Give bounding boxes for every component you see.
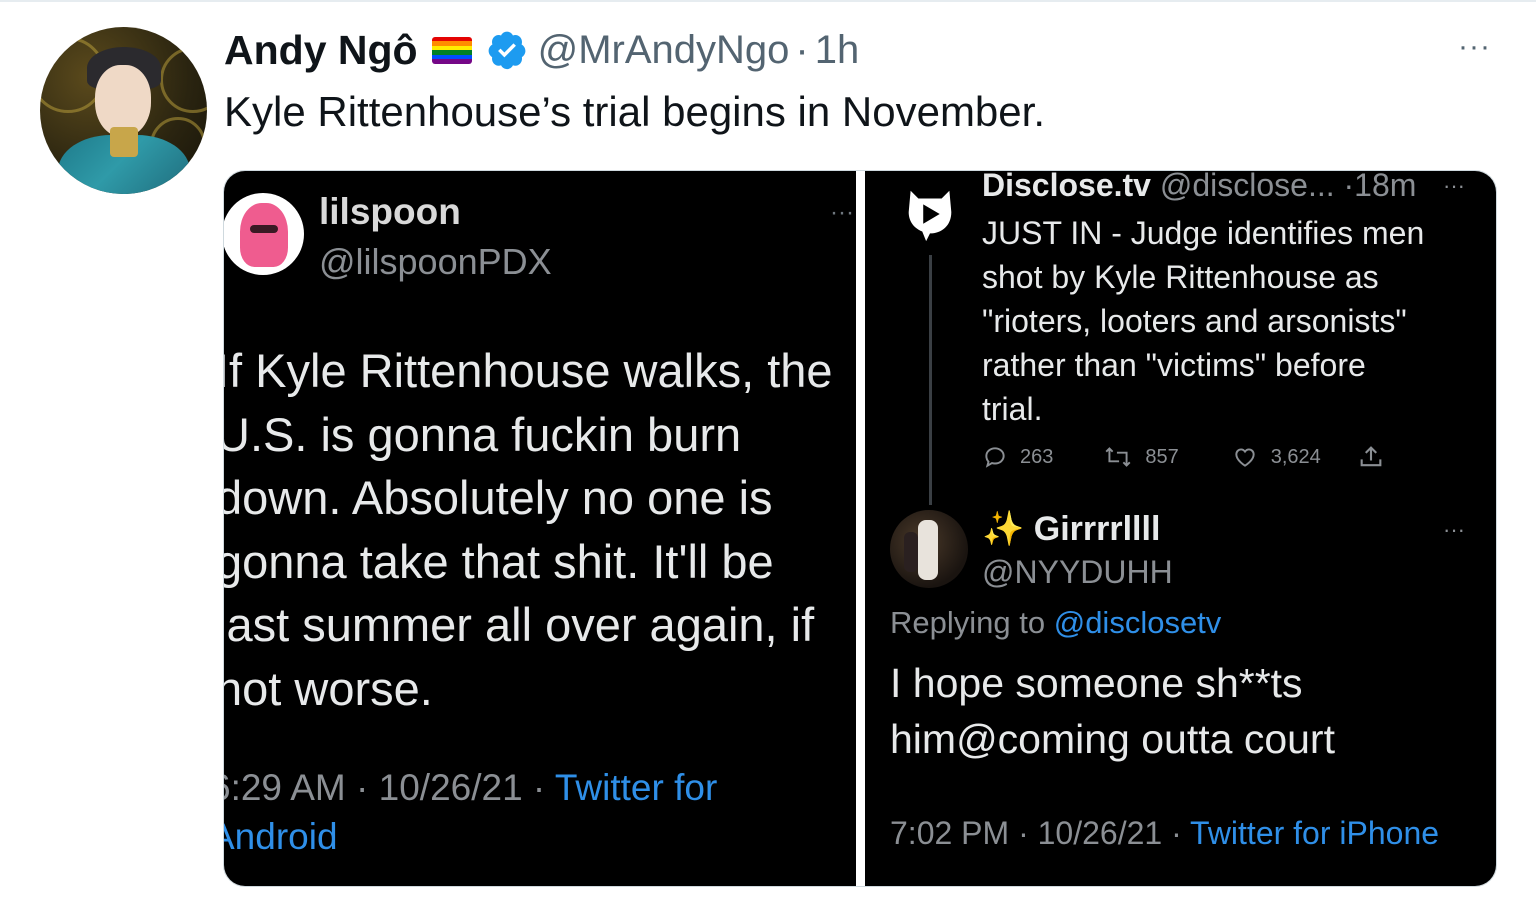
screenshot-author-name: lilspoon [319,191,461,232]
retweet-count: 857 [1145,445,1179,468]
reply-tweet-text: I hope someone sh**ts him@coming outta c… [890,660,1335,762]
verified-badge-icon [488,31,526,70]
reply-timestamp: 7:02 PM · 10/26/21 · [890,815,1191,851]
separator-dot: · [795,27,809,72]
right-screenshot[interactable]: Disclose.tv @disclose... ·18m ··· JUST I… [865,171,1496,886]
replying-prefix: Replying to [890,605,1054,640]
tweet-text: Kyle Rittenhouse’s trial begins in Novem… [224,88,1045,135]
reply-source: Twitter for iPhone [1190,815,1440,851]
more-icon: ··· [1443,517,1465,542]
screenshot-tweet-meta: 6:29 AM · 10/26/21 · Twitter for Android [224,763,850,861]
like-count: 3,624 [1270,445,1321,468]
retweet-action: 857 [1103,444,1179,470]
replying-to-handle: @disclosetv [1053,605,1222,640]
rainbow-flag-icon [431,36,472,64]
reply-author-handle: @NYYDUHH [982,554,1173,590]
reply-author-name: ✨ Girrrrllll [982,510,1161,548]
share-icon [1360,446,1382,467]
girrrrllll-avatar [890,510,968,588]
like-action: 3,624 [1231,444,1321,470]
share-action [1357,443,1397,471]
quoted-tweet-text: JUST IN - Judge identifies men shot by K… [982,215,1425,427]
screenshot-timestamp: 6:29 AM · 10/26/21 · [224,767,555,808]
tweet-header: Andy Ngô @MrAndyNgo · 1h [224,22,859,78]
thread-line [929,255,932,505]
reply-count: 263 [1020,445,1054,468]
tweet-media[interactable]: lilspoon @lilspoonPDX ··· If Kyle Ritten… [223,170,1497,887]
left-screenshot[interactable]: lilspoon @lilspoonPDX ··· If Kyle Ritten… [224,171,856,886]
top-divider [0,0,1536,2]
screenshot-author-handle: @lilspoonPDX [319,241,552,282]
tweet-time[interactable]: 1h [815,28,860,73]
replying-to: Replying to @disclosetv [890,605,1221,641]
like-icon [1235,448,1255,467]
reply-tweet-meta: 7:02 PM · 10/26/21 · Twitter for iPhone [890,811,1490,855]
lilspoon-avatar [224,193,304,275]
retweet-icon [1105,447,1131,467]
reply-icon [985,447,1005,468]
disclosetv-logo-icon [908,190,952,242]
quoted-actions: 263 857 3,624 [982,439,1397,475]
quoted-author-handle: @disclose... [1159,171,1335,203]
quoted-time: ·18m [1343,171,1417,203]
more-icon: ··· [830,199,854,226]
quoted-author-line: Disclose.tv @disclose... ·18m [982,171,1416,204]
reply-action: 263 [982,444,1053,470]
author-handle[interactable]: @MrAndyNgo [538,28,790,73]
author-avatar[interactable] [40,27,207,194]
quoted-author-name: Disclose.tv [982,171,1151,203]
author-name[interactable]: Andy Ngô [224,27,418,74]
more-icon[interactable]: ··· [1458,30,1491,64]
more-icon: ··· [1443,173,1465,198]
screenshot-tweet-text: If Kyle Rittenhouse walks, the U.S. is g… [224,344,833,715]
